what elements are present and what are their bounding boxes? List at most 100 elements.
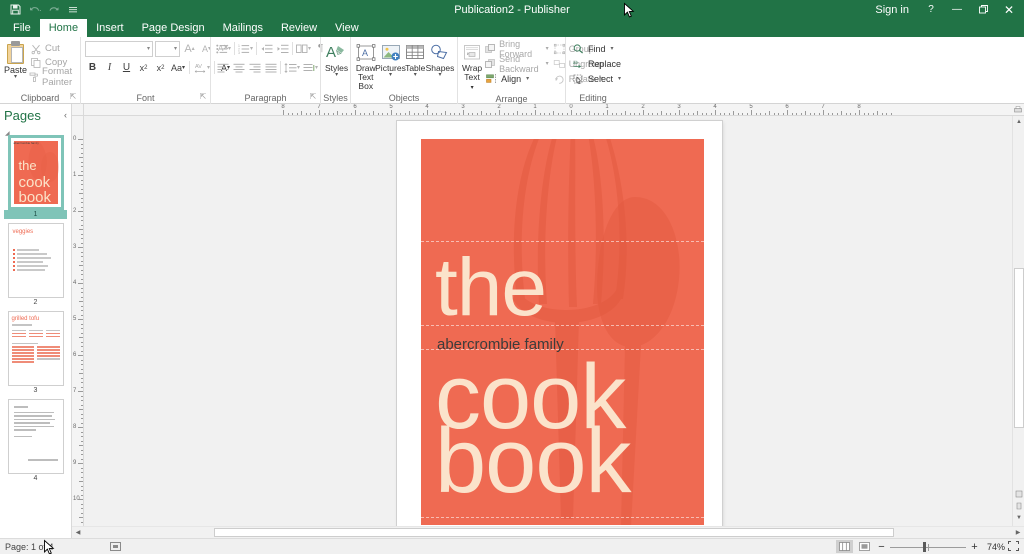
chevron-down-icon[interactable]: ▾ (389, 73, 392, 78)
page-thumbnail-2[interactable]: veggies 2 (4, 223, 67, 307)
pictures-button[interactable]: Pictures ▾ (378, 40, 404, 78)
chevron-down-icon[interactable]: ▾ (14, 75, 17, 80)
font-dialog-launcher[interactable]: ⇱ (199, 93, 207, 101)
normal-view-button[interactable] (836, 540, 853, 553)
font-name-input[interactable]: ▾ (85, 41, 153, 57)
bold-button[interactable]: B (85, 60, 100, 75)
numbering-icon[interactable]: 123▾ (237, 41, 254, 56)
line-spacing-icon[interactable]: ▾ (283, 60, 301, 75)
pages-group-toggle[interactable]: ◢ (0, 126, 71, 135)
tab-page-design[interactable]: Page Design (133, 19, 214, 37)
bullets-icon[interactable]: ▾ (215, 41, 232, 56)
master-page-view-button[interactable] (856, 540, 873, 553)
align-right-icon[interactable] (247, 60, 262, 75)
vertical-ruler[interactable]: 01234567891011 (72, 116, 84, 526)
styles-button[interactable]: A Styles ▾ (325, 40, 348, 78)
font-size-input[interactable]: ▾ (155, 41, 180, 57)
zoom-slider[interactable] (890, 541, 966, 553)
wrap-text-button[interactable]: Wrap Text ▾ (462, 40, 482, 93)
save-icon[interactable] (7, 2, 24, 18)
zoom-slider-handle[interactable] (923, 542, 926, 552)
chevron-down-icon[interactable]: ▾ (335, 73, 338, 78)
help-button[interactable]: ? (918, 0, 944, 19)
redo-icon[interactable] (45, 2, 62, 18)
tab-mailings[interactable]: Mailings (214, 19, 272, 37)
send-backward-button[interactable]: Send Backward ▾ (485, 57, 549, 70)
collapse-pane-icon[interactable]: ‹ (64, 110, 67, 120)
chevron-down-icon[interactable]: ▾ (526, 75, 529, 82)
change-case-button[interactable]: Aa▾ (170, 60, 186, 75)
chevron-down-icon[interactable]: ▾ (414, 73, 417, 78)
close-button[interactable]: ✕ (996, 0, 1022, 19)
previous-page-icon[interactable] (1013, 488, 1024, 500)
page-thumbnail-3[interactable]: grilled tofu (4, 311, 67, 395)
print-preview-icon[interactable] (1012, 104, 1024, 116)
select-button[interactable]: Select ▾ (572, 72, 621, 85)
cover-title-line1[interactable]: the (435, 247, 546, 329)
decrease-indent-icon[interactable] (259, 41, 274, 56)
format-painter-button[interactable]: Format Painter (29, 70, 76, 83)
table-button[interactable]: Table ▾ (405, 40, 427, 78)
paste-button[interactable]: Paste ▾ (4, 40, 27, 80)
horizontal-scroll-track[interactable] (84, 527, 1012, 538)
scroll-left-icon[interactable]: ◀ (72, 527, 84, 538)
align-button[interactable]: Align ▾ (485, 72, 549, 85)
customize-quick-access-icon[interactable] (64, 2, 81, 18)
cut-button[interactable]: Cut (29, 42, 76, 55)
chevron-down-icon[interactable]: ▾ (438, 73, 441, 78)
zoom-in-button[interactable]: + (969, 541, 980, 553)
tab-view[interactable]: View (326, 19, 368, 37)
align-center-icon[interactable] (231, 60, 246, 75)
zoom-out-button[interactable]: − (876, 541, 887, 553)
chevron-down-icon[interactable]: ▾ (611, 45, 614, 52)
scroll-down-icon[interactable]: ▼ (1013, 512, 1024, 524)
vertical-scroll-thumb[interactable] (1014, 268, 1024, 428)
horizontal-scrollbar[interactable]: ◀ ▶ (72, 526, 1024, 538)
horizontal-scroll-thumb[interactable] (214, 528, 894, 537)
page-thumbnail-1[interactable]: the abercrombie family cook book 1 (4, 135, 67, 219)
ruler-corner[interactable] (72, 104, 84, 116)
find-button[interactable]: Find ▾ (572, 42, 621, 55)
increase-indent-icon[interactable] (275, 41, 290, 56)
chevron-down-icon[interactable]: ▾ (618, 75, 621, 82)
tab-file[interactable]: File (4, 19, 40, 37)
ruler-tick (648, 113, 649, 116)
paragraph-dialog-launcher[interactable]: ⇱ (309, 93, 317, 101)
underline-button[interactable]: U (119, 60, 134, 75)
superscript-button[interactable]: x2 (153, 60, 168, 75)
columns-icon[interactable]: ▾ (295, 41, 312, 56)
document-scroll-area[interactable]: the abercrombie family cook book (84, 116, 1012, 526)
draw-text-box-button[interactable]: A Draw Text Box (355, 40, 377, 91)
italic-button[interactable]: I (102, 60, 117, 75)
scroll-right-icon[interactable]: ▶ (1012, 527, 1024, 538)
fit-page-icon[interactable] (1008, 541, 1020, 552)
object-position-icon[interactable] (110, 542, 121, 551)
shapes-button[interactable]: Shapes ▾ (427, 40, 453, 78)
clipboard-dialog-launcher[interactable]: ⇱ (69, 93, 77, 101)
page-thumbnail-4[interactable]: 4 (4, 399, 67, 483)
replace-button[interactable]: ab Replace (572, 57, 621, 70)
justify-icon[interactable] (263, 60, 278, 75)
grow-font-button[interactable]: A▴ (182, 41, 197, 56)
svg-text:A: A (362, 48, 368, 58)
undo-icon[interactable] (26, 2, 43, 18)
subscript-button[interactable]: x2 (136, 60, 151, 75)
cover-design[interactable]: the abercrombie family cook book (421, 139, 704, 525)
scroll-up-icon[interactable]: ▲ (1013, 116, 1024, 128)
baseline-icon[interactable]: ▾ (302, 60, 319, 75)
page-sheet[interactable]: the abercrombie family cook book (397, 121, 722, 526)
tab-review[interactable]: Review (272, 19, 326, 37)
minimize-button[interactable]: — (944, 0, 970, 19)
zoom-percent-label[interactable]: 74% (983, 542, 1005, 552)
restore-button[interactable] (970, 0, 996, 19)
horizontal-ruler[interactable]: 87654321012345678 (84, 104, 1012, 116)
sign-in-button[interactable]: Sign in (866, 4, 918, 16)
tab-insert[interactable]: Insert (87, 19, 133, 37)
page-number-3: 3 (4, 386, 67, 395)
tab-home[interactable]: Home (40, 19, 87, 37)
align-left-icon[interactable] (215, 60, 230, 75)
cover-title-line3[interactable]: book (435, 415, 631, 507)
vertical-scrollbar[interactable]: ▲ ▼ (1012, 116, 1024, 526)
next-page-icon[interactable] (1013, 500, 1024, 512)
character-spacing-icon[interactable]: AV ▾ (193, 60, 211, 75)
